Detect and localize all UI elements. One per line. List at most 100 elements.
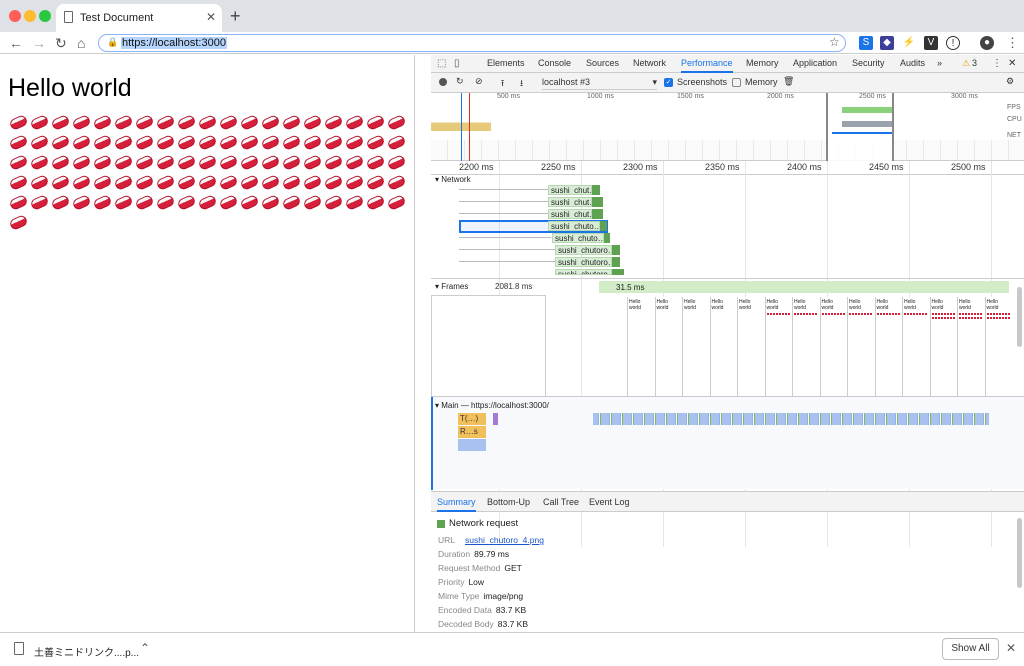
frame-thumbnail[interactable]: Hello world (874, 297, 901, 399)
load-profile-icon[interactable]: ⭱ (501, 76, 504, 92)
sushi-image (386, 194, 407, 211)
bookmark-star-icon[interactable]: ☆ (829, 35, 840, 49)
maximize-window-button[interactable] (39, 10, 51, 22)
screenshots-checkbox[interactable]: ✓ (664, 78, 673, 87)
extension-diamond-icon[interactable]: ◆ (880, 36, 894, 50)
settings-gear-icon[interactable]: ⚙ (1006, 76, 1014, 87)
sushi-image (323, 154, 344, 171)
tab-console[interactable]: Console (538, 58, 571, 68)
network-request[interactable]: sushi_chut… (548, 209, 592, 219)
inspect-element-icon[interactable]: ⬚ (437, 58, 446, 69)
frame-thumbnail[interactable]: Hello world (984, 297, 1011, 399)
home-icon[interactable]: ⌂ (77, 35, 85, 51)
task-block[interactable]: R…s (458, 426, 486, 438)
show-all-button[interactable]: Show All (942, 638, 999, 660)
frame-thumbnail[interactable]: Hello world (957, 297, 983, 399)
download-filename[interactable]: 土善ミニドリンク....p... (34, 644, 139, 659)
clear-icon[interactable]: ⊘ (475, 76, 483, 87)
profile-avatar[interactable]: ● (980, 36, 994, 50)
frame-screenshot[interactable] (431, 295, 546, 397)
more-tabs-icon[interactable]: » (937, 58, 942, 68)
reload-profile-icon[interactable]: ↻ (456, 76, 464, 87)
frame-thumbnail-label: Hello world (931, 299, 944, 311)
frame-thumbnail[interactable]: Hello world (902, 297, 928, 399)
close-download-bar-icon[interactable]: ✕ (1006, 641, 1016, 655)
script-block[interactable] (493, 413, 498, 425)
network-request[interactable]: sushi_chutoro… (555, 245, 612, 255)
tab-application[interactable]: Application (793, 58, 837, 68)
tab-event-log[interactable]: Event Log (589, 497, 630, 507)
url-text[interactable]: https://localhost:3000 (121, 37, 227, 49)
trash-icon[interactable]: 🗑 (783, 76, 794, 87)
frame-thumbnail[interactable]: Hello world (709, 297, 736, 399)
url-link[interactable]: sushi_chutoro_4.png (465, 535, 544, 545)
activity-blocks[interactable] (593, 413, 989, 425)
warning-icon[interactable]: ⚠ (962, 58, 970, 69)
network-request[interactable]: sushi_chutoro… (555, 257, 612, 267)
network-request[interactable]: sushi_chut… (548, 197, 592, 207)
save-profile-icon[interactable]: ⭳ (520, 76, 523, 92)
extension-bolt-icon[interactable]: ⚡ (902, 36, 916, 50)
frame-thumbnail[interactable]: Hello world (819, 297, 846, 399)
scrollbar[interactable] (1017, 518, 1022, 588)
frame-thumbnail[interactable]: Hello world (929, 297, 956, 399)
address-bar[interactable]: 🔒 https://localhost:3000 ☆ (98, 34, 846, 52)
network-request[interactable]: sushi_chuto… (552, 233, 604, 243)
new-tab-button[interactable]: + (230, 6, 241, 27)
frame-thumbnail[interactable]: Hello world (737, 297, 763, 399)
tab-summary[interactable]: Summary (437, 497, 476, 512)
close-window-button[interactable] (9, 10, 21, 22)
tab-call-tree[interactable]: Call Tree (543, 497, 579, 507)
close-tab-icon[interactable]: ✕ (206, 10, 216, 24)
frame-thumbnail[interactable]: Hello world (764, 297, 791, 399)
tab-elements[interactable]: Elements (487, 58, 525, 68)
record-icon[interactable] (439, 78, 447, 86)
device-toolbar-icon[interactable]: ▯ (454, 58, 460, 69)
sushi-image (113, 154, 134, 171)
back-icon[interactable]: ← (9, 35, 23, 51)
extension-v-icon[interactable]: V (924, 36, 938, 50)
browser-menu-icon[interactable]: ⋮ (1006, 35, 1019, 51)
network-request-selected[interactable]: sushi_chuto… (548, 221, 600, 231)
tab-network[interactable]: Network (633, 58, 666, 68)
layout-block[interactable] (458, 439, 486, 451)
tab-sources[interactable]: Sources (586, 58, 619, 68)
devtools-menu-icon[interactable]: ⋮ (992, 58, 1002, 69)
tab-audits[interactable]: Audits (900, 58, 925, 68)
network-section-header[interactable]: ▾ Network (435, 175, 471, 184)
tab-memory[interactable]: Memory (746, 58, 779, 68)
network-request[interactable]: sushi_chut… (548, 185, 592, 195)
memory-checkbox[interactable] (732, 78, 741, 87)
profile-select[interactable]: localhost #3 ▾ (542, 77, 657, 90)
download-bar: 土善ミニドリンク....p... ⌃ Show All ✕ (0, 632, 1024, 666)
frame-thumbnail[interactable]: Hello world (627, 297, 653, 399)
frame-thumbnail[interactable]: Hello world (847, 297, 873, 399)
forward-icon[interactable]: → (32, 35, 46, 51)
frame-thumbnail[interactable]: Hello world (654, 297, 681, 399)
sushi-image (71, 194, 92, 211)
reload-icon[interactable]: ↻ (55, 35, 67, 52)
task-block[interactable]: T(…) (458, 413, 486, 425)
extension-info-icon[interactable]: ! (946, 36, 960, 50)
sushi-image (323, 194, 344, 211)
scrollbar[interactable] (1017, 287, 1022, 347)
sushi-image (134, 114, 155, 131)
frame-thumbnail[interactable]: Hello world (682, 297, 708, 399)
memory-label: Memory (745, 77, 778, 87)
frame-thumbnail[interactable]: Hello world (792, 297, 818, 399)
overview-selection-window[interactable] (826, 93, 894, 161)
timeline-overview[interactable]: 500 ms 1000 ms 1500 ms 2000 ms 2500 ms 3… (431, 93, 1024, 161)
extension-translate-icon[interactable]: S (859, 36, 873, 50)
performance-toolbar: ↻ ⊘ ⭱ ⭳ localhost #3 ▾ ✓ Screenshots Mem… (431, 73, 1024, 93)
main-section-header[interactable]: ▾ Main — https://localhost:3000/ (435, 401, 549, 410)
chevron-up-icon[interactable]: ⌃ (140, 641, 150, 655)
network-request[interactable]: sushi_chutoro… (555, 269, 612, 275)
minimize-window-button[interactable] (24, 10, 36, 22)
close-devtools-icon[interactable]: ✕ (1008, 58, 1016, 69)
tab-security[interactable]: Security (852, 58, 885, 68)
browser-tab[interactable]: Test Document ✕ (56, 4, 222, 32)
request-download-bar (612, 245, 620, 255)
tab-performance[interactable]: Performance (681, 58, 733, 73)
tab-bottom-up[interactable]: Bottom-Up (487, 497, 530, 507)
frames-section-header[interactable]: ▾ Frames (435, 282, 468, 291)
